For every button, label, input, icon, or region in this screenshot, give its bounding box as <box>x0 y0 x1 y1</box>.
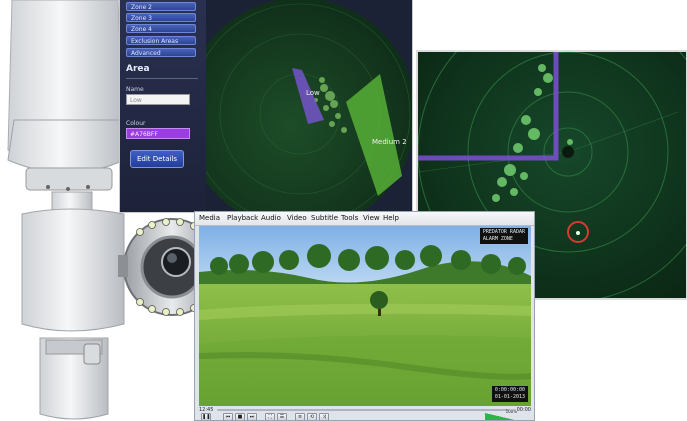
fullscreen-icon[interactable]: ⛶ <box>265 413 275 420</box>
colour-label: Colour <box>126 120 146 127</box>
area-heading: Area <box>126 64 150 74</box>
menu-media[interactable]: Media <box>199 212 220 225</box>
overlay-subtitle: ALARM ZONE <box>482 236 513 242</box>
menu-help[interactable]: Help <box>383 212 399 225</box>
zone-label-low: Low <box>306 89 320 97</box>
exclusion-areas-button[interactable]: Exclusion Areas <box>126 36 196 45</box>
prev-icon[interactable]: ⏮ <box>223 413 233 420</box>
zone-radar-view[interactable]: Low Medium 2 <box>206 0 412 212</box>
zone-editor-window: Zone 2 Zone 3 Zone 4 Exclusion Areas Adv… <box>120 0 412 212</box>
menu-tools[interactable]: Tools <box>341 212 358 225</box>
seek-track[interactable] <box>217 409 509 411</box>
menu-bar: Media Playback Audio Video Subtitle Tool… <box>195 212 534 226</box>
volume-slider[interactable] <box>485 413 519 420</box>
name-field[interactable]: Low <box>126 94 190 105</box>
playlist-icon[interactable]: ☰ <box>277 413 287 420</box>
advanced-button[interactable]: Advanced <box>126 48 196 57</box>
zone-button-2[interactable]: Zone 2 <box>126 2 196 11</box>
shuffle-icon[interactable]: ⤨ <box>319 413 329 420</box>
overlay-time: 0:00:00:00 <box>494 387 525 393</box>
name-label: Name <box>126 86 144 93</box>
menu-video[interactable]: Video <box>287 212 307 225</box>
video-display[interactable]: PREDATOR RADAR ALARM ZONE 0:00:00:00 01-… <box>199 226 531 406</box>
zone-label-medium: Medium 2 <box>372 138 407 146</box>
divider <box>126 78 198 79</box>
camera-overlay-bottom: 0:00:00:00 01-01-2013 <box>491 386 528 402</box>
pause-icon[interactable]: ❚❚ <box>201 413 211 420</box>
camera-lens <box>161 247 191 277</box>
playback-controls: ❚❚ ⏮ ■ ⏭ ⛶ ☰ ≡ ⟲ ⤨ 100% <box>199 409 531 420</box>
video-frame <box>199 226 531 406</box>
overlay-title: PREDATOR RADAR <box>482 229 525 235</box>
ext-settings-icon[interactable]: ≡ <box>295 413 305 420</box>
zone-button-4[interactable]: Zone 4 <box>126 24 196 33</box>
zone-button-3[interactable]: Zone 3 <box>126 13 196 22</box>
media-player-window: Media Playback Audio Video Subtitle Tool… <box>194 211 535 421</box>
edit-details-button[interactable]: Edit Details <box>130 150 184 168</box>
zone-sidebar: Zone 2 Zone 3 Zone 4 Exclusion Areas Adv… <box>120 0 206 212</box>
stop-icon[interactable]: ■ <box>235 413 245 420</box>
menu-view[interactable]: View <box>363 212 380 225</box>
camera-overlay-top: PREDATOR RADAR ALARM ZONE <box>479 228 528 244</box>
next-icon[interactable]: ⏭ <box>247 413 257 420</box>
menu-playback[interactable]: Playback <box>227 212 258 225</box>
loop-icon[interactable]: ⟲ <box>307 413 317 420</box>
menu-audio[interactable]: Audio <box>261 212 281 225</box>
overlay-date: 01-01-2013 <box>494 394 525 400</box>
menu-subtitle[interactable]: Subtitle <box>311 212 338 225</box>
colour-field[interactable]: #A76BFF <box>126 128 190 139</box>
camera-housing-middle <box>21 208 125 332</box>
